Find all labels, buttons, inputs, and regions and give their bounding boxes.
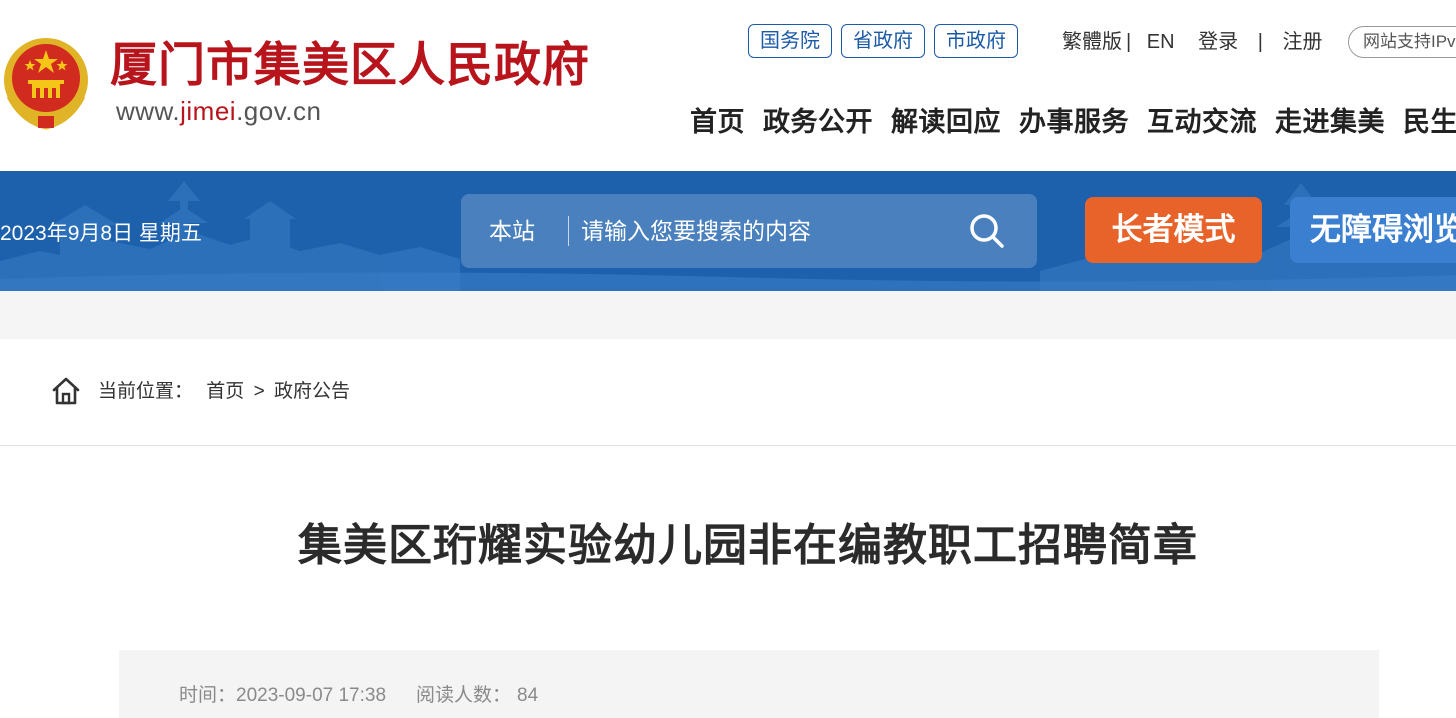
register-link[interactable]: 注册 (1282, 31, 1322, 53)
traditional-chinese-link[interactable]: 繁體版 (1062, 31, 1122, 53)
ipv6-notice: 网站支持IPv6 (1348, 26, 1456, 58)
article-title: 集美区珩耀实验幼儿园非在编教职工招聘简章 (298, 521, 1198, 570)
search-banner: 2023年9月8日 星期五 本站 长者模式 无障碍浏览 (0, 171, 1456, 291)
breadcrumb-current-link[interactable]: 政府公告 (274, 381, 350, 402)
time-label: 时间： (179, 685, 237, 706)
search-divider (568, 216, 569, 246)
english-link[interactable]: EN (1147, 31, 1175, 53)
gov-link-city[interactable]: 市政府 (934, 24, 1018, 58)
separator: | (1126, 31, 1132, 53)
nav-item-government-affairs[interactable]: 政务公开 (763, 104, 873, 140)
reads-value: 84 (517, 685, 539, 706)
search-input[interactable] (581, 208, 941, 254)
nav-item-home[interactable]: 首页 (690, 104, 745, 140)
breadcrumb-label: 当前位置： (98, 381, 194, 402)
accessible-browse-button[interactable]: 无障碍浏览 (1290, 197, 1456, 263)
national-emblem-icon (4, 38, 88, 130)
nav-item-services[interactable]: 办事服务 (1019, 104, 1129, 140)
nav-item-livelihood[interactable]: 民生集 (1403, 104, 1456, 140)
reads-label: 阅读人数： (416, 685, 512, 706)
article-meta-text: 时间：2023-09-07 17:38 阅读人数： 84 (179, 680, 538, 707)
search-box: 本站 (461, 194, 1037, 268)
nav-item-about-jimei[interactable]: 走进集美 (1275, 104, 1385, 140)
breadcrumb-separator: > (253, 381, 265, 402)
login-link[interactable]: 登录 (1198, 31, 1238, 53)
spacer-strip (0, 291, 1456, 339)
main-nav: 首页 政务公开 解读回应 办事服务 互动交流 走进集美 民生集 (690, 104, 1456, 140)
breadcrumb-trail: 当前位置： 首页 > 政府公告 (98, 379, 350, 405)
nav-item-interpretation[interactable]: 解读回应 (891, 104, 1001, 140)
time-value: 2023-09-07 17:38 (236, 685, 387, 706)
site-title[interactable]: 厦门市集美区人民政府 (110, 38, 590, 94)
site-header: 厦门市集美区人民政府 www.jimei.gov.cn 国务院 省政府 市政府 … (0, 0, 1456, 171)
gov-link-province[interactable]: 省政府 (841, 24, 925, 58)
site-url-highlight: jimei (180, 96, 237, 126)
top-links: 繁體版 | EN 登录 | 注册 (1062, 28, 1322, 56)
gov-links: 国务院 省政府 市政府 (748, 24, 1018, 58)
search-icon[interactable] (967, 211, 1007, 251)
elder-mode-button[interactable]: 长者模式 (1085, 197, 1262, 263)
separator: | (1257, 31, 1263, 53)
current-date: 2023年9月8日 星期五 (0, 222, 202, 245)
breadcrumb: 当前位置： 首页 > 政府公告 (0, 339, 1456, 446)
site-url: www.jimei.gov.cn (116, 96, 321, 127)
gov-link-state-council[interactable]: 国务院 (748, 24, 832, 58)
nav-item-interaction[interactable]: 互动交流 (1147, 104, 1257, 140)
search-scope-select[interactable]: 本站 (489, 194, 535, 268)
breadcrumb-home-link[interactable]: 首页 (206, 381, 244, 402)
home-icon[interactable] (51, 376, 81, 406)
site-url-suffix: .gov.cn (236, 96, 322, 126)
article-meta: 时间：2023-09-07 17:38 阅读人数： 84 (119, 650, 1379, 718)
site-url-prefix: www. (116, 96, 181, 126)
